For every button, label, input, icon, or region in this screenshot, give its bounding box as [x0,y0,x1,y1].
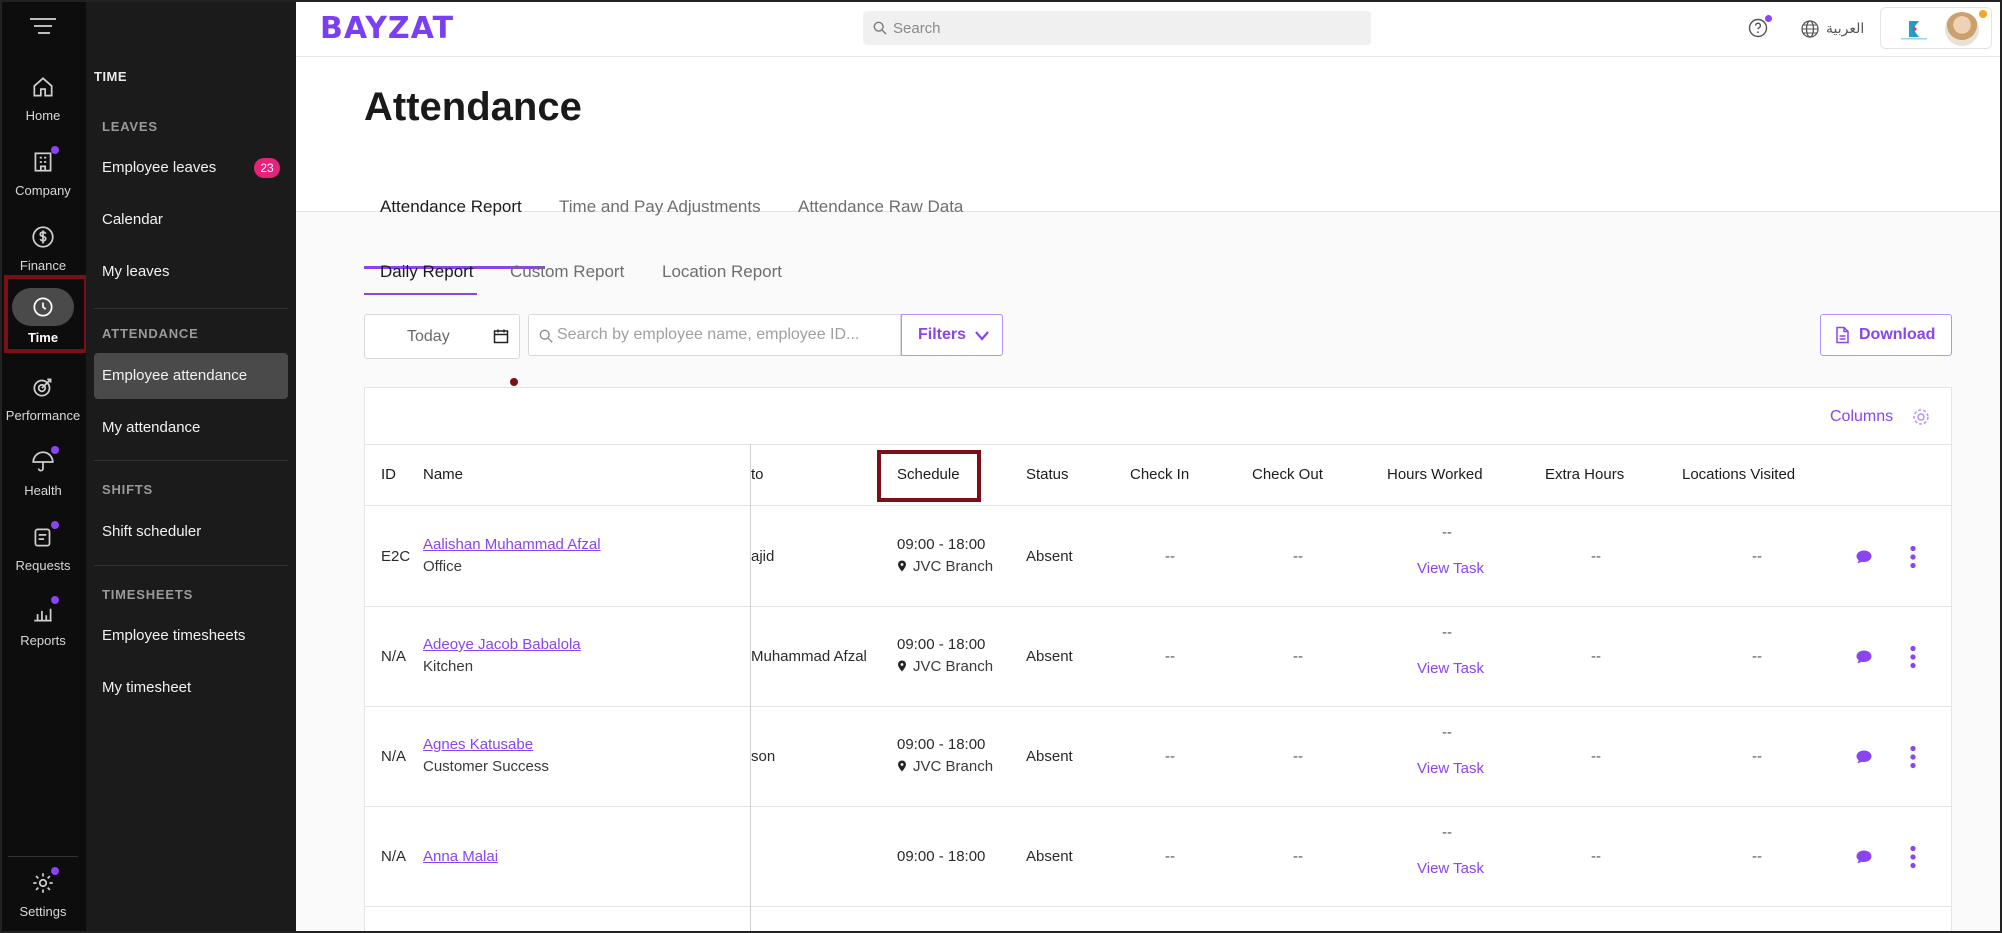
screenshot-frame [0,0,2002,933]
